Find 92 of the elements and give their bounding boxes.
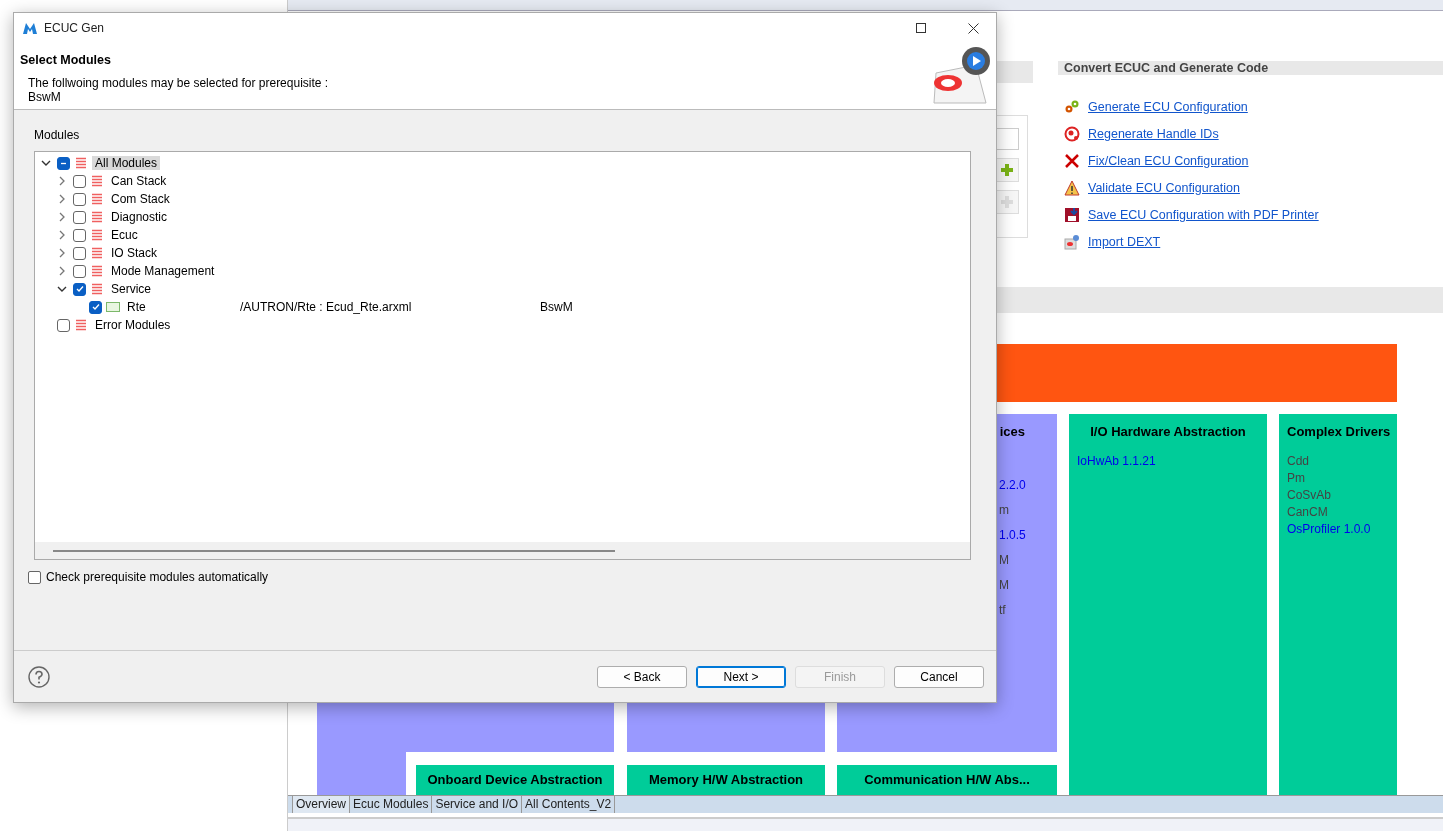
module-owner: BswM: [540, 300, 573, 314]
module-name: M: [999, 552, 1010, 569]
action-link[interactable]: Save ECU Configuration with PDF Printer: [1088, 207, 1319, 222]
dialog-button[interactable]: Cancel: [894, 665, 984, 688]
block-title: Complex Drivers: [1286, 423, 1392, 439]
help-icon[interactable]: [28, 665, 50, 688]
window-title: ECUC Gen: [44, 21, 106, 35]
list-icon: [90, 283, 104, 295]
checkbox[interactable]: [73, 228, 86, 242]
block-title: ices: [998, 423, 1026, 439]
list-icon: [90, 247, 104, 259]
list-icon: [90, 229, 104, 241]
checkbox[interactable]: [73, 246, 86, 260]
checkbox[interactable]: [73, 192, 86, 206]
warning-icon: [1064, 179, 1080, 196]
checkbox[interactable]: [28, 570, 41, 584]
page-tab[interactable]: Service and I/O: [432, 796, 523, 813]
add-button[interactable]: [995, 157, 1019, 182]
section-header: Convert ECUC and Generate Code: [1058, 61, 1443, 75]
module-name: CanCM: [1287, 504, 1329, 521]
module-link[interactable]: IoHwAb 1.1.21: [1077, 453, 1259, 470]
page-tab[interactable]: All Contents_V2: [522, 796, 616, 813]
action-link[interactable]: Generate ECU Configuration: [1088, 99, 1248, 114]
chevron-right-icon[interactable]: [57, 248, 67, 258]
module-link[interactable]: 1.0.5: [999, 527, 1049, 544]
module-name: CoSvAb: [1287, 487, 1333, 504]
tree-item[interactable]: Service: [108, 282, 154, 296]
list-icon: [90, 193, 104, 205]
plus-icon: [1000, 194, 1014, 209]
list-icon: [90, 175, 104, 187]
module-path: /AUTRON/Rte : Ecud_Rte.arxml: [240, 300, 413, 314]
action-link[interactable]: Regenerate Handle IDs: [1088, 126, 1219, 141]
module-name: M: [999, 577, 1010, 594]
list-icon: [74, 319, 88, 331]
module-name: Pm: [1287, 470, 1306, 487]
horizontal-scrollbar[interactable]: [35, 542, 970, 559]
page-tab[interactable]: Ecuc Modules: [350, 796, 433, 813]
dialog-button[interactable]: < Back: [597, 665, 687, 688]
module-name: Cdd: [1287, 453, 1310, 470]
checkbox[interactable]: [57, 156, 70, 170]
close-icon: [967, 22, 979, 34]
chevron-down-icon[interactable]: [57, 284, 67, 294]
checkbox-label[interactable]: Check prerequisite modules automatically: [46, 570, 269, 584]
block-title: Onboard Device Abstraction: [426, 771, 604, 787]
module-name: BswM: [28, 90, 62, 104]
page-tab[interactable]: Overview: [292, 796, 350, 813]
action-link[interactable]: Fix/Clean ECU Configuration: [1088, 153, 1249, 168]
checkbox[interactable]: [57, 318, 70, 332]
action-link[interactable]: Validate ECU Configuration: [1088, 180, 1240, 195]
checkbox[interactable]: [73, 264, 86, 278]
plus-icon: [1000, 162, 1014, 177]
tree-item[interactable]: Mode Management: [108, 264, 218, 278]
module-link[interactable]: 2.2.0: [999, 477, 1049, 494]
tree-item[interactable]: Can Stack: [108, 174, 170, 188]
dialog-description: The follwoing modules may be selected for prerequisite :: [28, 76, 330, 90]
tree-item[interactable]: Diagnostic: [108, 210, 171, 224]
block-title: I/O Hardware Abstraction: [1089, 423, 1247, 439]
checkbox[interactable]: [73, 174, 86, 188]
chevron-right-icon[interactable]: [57, 266, 67, 276]
tree-item[interactable]: IO Stack: [108, 246, 160, 260]
block-title: Memory H/W Abstraction: [647, 771, 805, 787]
maximize-icon: [916, 23, 926, 33]
gears-icon: [1064, 98, 1080, 115]
tree-item[interactable]: All Modules: [92, 156, 161, 170]
action-link[interactable]: Import DEXT: [1088, 234, 1161, 249]
list-icon: [90, 265, 104, 277]
group-label: Modules: [34, 128, 81, 142]
list-icon: [90, 211, 104, 223]
chevron-down-icon[interactable]: [41, 158, 51, 168]
chevron-right-icon[interactable]: [57, 230, 67, 240]
tree-item[interactable]: Error Modules: [92, 318, 174, 332]
checkbox[interactable]: [89, 300, 102, 314]
checkbox[interactable]: [73, 282, 86, 296]
checkbox[interactable]: [73, 210, 86, 224]
check-icon: [75, 285, 84, 293]
module-name: m: [999, 502, 1010, 519]
list-icon: [74, 157, 88, 169]
module-link[interactable]: OsProfiler 1.0.0: [1287, 521, 1389, 538]
dialog-heading: Select Modules: [20, 53, 112, 67]
tree-item[interactable]: Ecuc: [108, 228, 141, 242]
tree-item[interactable]: Rte: [124, 300, 149, 314]
dialog-button[interactable]: Next >: [696, 665, 786, 688]
chevron-right-icon[interactable]: [57, 212, 67, 222]
chevron-right-icon[interactable]: [57, 194, 67, 204]
module-name: tf: [999, 602, 1007, 619]
chevron-right-icon[interactable]: [57, 176, 67, 186]
tree-item[interactable]: Com Stack: [108, 192, 173, 206]
module-icon: [106, 301, 120, 313]
check-icon: [91, 303, 100, 311]
block-title: Communication H/W Abs...: [863, 771, 1031, 787]
app-logo-icon: [22, 21, 38, 35]
import-icon: [1064, 233, 1080, 250]
